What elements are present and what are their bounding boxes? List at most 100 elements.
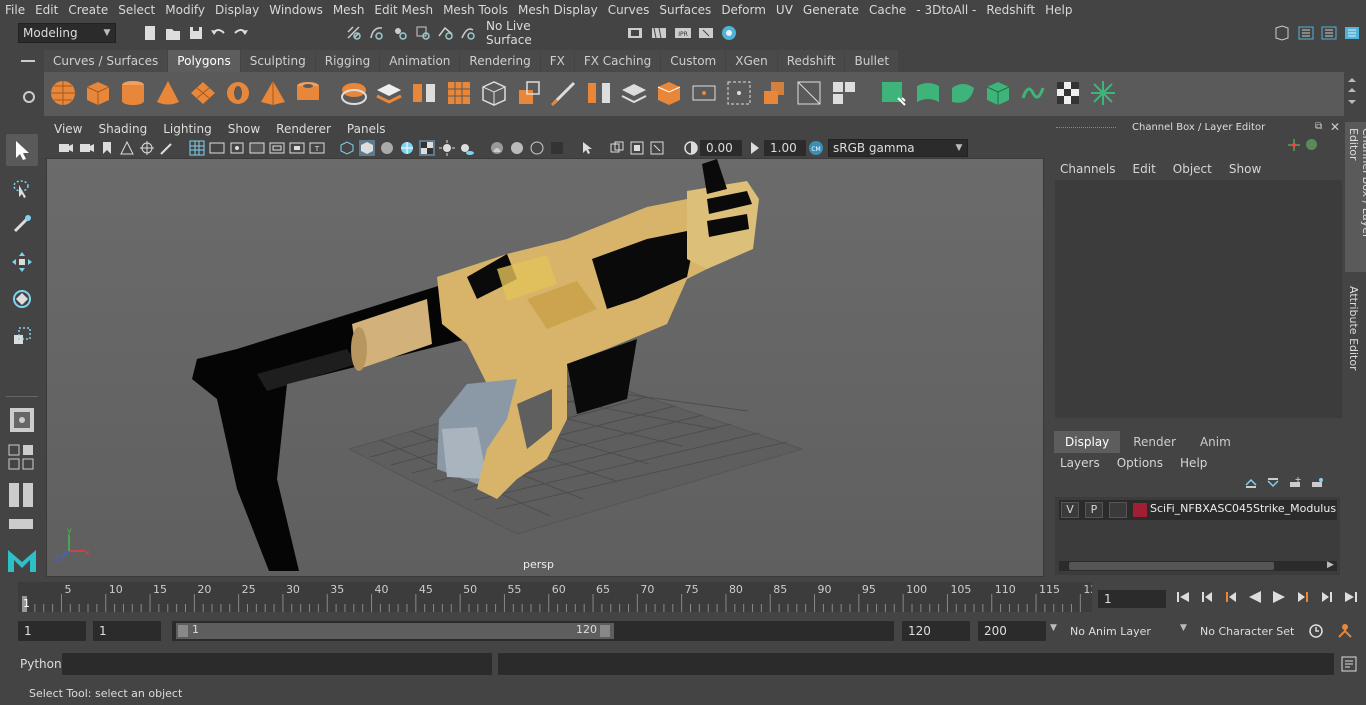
combine-icon[interactable]: [339, 78, 369, 108]
render-sequence-icon[interactable]: [650, 24, 668, 42]
tab-rendering[interactable]: Rendering: [460, 50, 540, 72]
poly-pyramid-icon[interactable]: [258, 78, 288, 108]
smooth-shade-icon[interactable]: [359, 140, 375, 156]
layer-list-scrollbar[interactable]: ▶: [1059, 560, 1337, 571]
planar-mapping-icon[interactable]: [878, 78, 908, 108]
camera-attributes-icon[interactable]: [79, 140, 95, 156]
workspace-icon[interactable]: [1273, 24, 1291, 42]
menu-help[interactable]: Help: [1040, 0, 1077, 20]
toggle-channel-box-icon[interactable]: [1343, 24, 1361, 42]
close-icon[interactable]: ✕: [1330, 120, 1340, 134]
frame-all-icon[interactable]: [629, 140, 645, 156]
float-panel-icon[interactable]: ⧉: [1315, 121, 1322, 132]
menu-cache[interactable]: Cache: [864, 0, 911, 20]
xray-active-icon[interactable]: [609, 140, 625, 156]
scroll-right-icon[interactable]: ▶: [1327, 560, 1334, 570]
textured-icon[interactable]: [419, 140, 435, 156]
step-back-key-icon[interactable]: [1222, 588, 1240, 606]
checker-icon[interactable]: [1053, 78, 1083, 108]
layout-two-pane-icon[interactable]: [8, 482, 36, 510]
snap-point-icon[interactable]: [391, 24, 409, 42]
field-chart-icon[interactable]: [269, 140, 285, 156]
menu-edit-mesh[interactable]: Edit Mesh: [369, 0, 438, 20]
channel-box-menu-show[interactable]: Show: [1229, 162, 1261, 176]
layer-row[interactable]: V P SciFi_NFBXASC045Strike_Modulus: [1059, 500, 1337, 520]
reduce-icon[interactable]: [479, 78, 509, 108]
tab-sculpting[interactable]: Sculpting: [240, 50, 315, 72]
safe-action-icon[interactable]: [289, 140, 305, 156]
layer-playback-toggle[interactable]: P: [1085, 502, 1103, 518]
viewport-menu-show[interactable]: Show: [220, 122, 268, 136]
default-material-icon[interactable]: [379, 140, 395, 156]
tab-bullet[interactable]: Bullet: [845, 50, 899, 72]
menu-generate[interactable]: Generate: [798, 0, 864, 20]
end-time-field[interactable]: 120: [902, 621, 970, 641]
mode-dropdown[interactable]: Modeling ▼: [18, 23, 116, 43]
viewport-menu-shading[interactable]: Shading: [90, 122, 155, 136]
move-layer-down-icon[interactable]: [1266, 477, 1280, 489]
2d-pan-zoom-icon[interactable]: [139, 140, 155, 156]
cylindrical-mapping-icon[interactable]: [913, 78, 943, 108]
poly-torus-icon[interactable]: [223, 78, 253, 108]
step-forward-key-icon[interactable]: [1294, 588, 1312, 606]
snap-view-plane-icon[interactable]: [414, 24, 432, 42]
gate-mask-icon[interactable]: [249, 140, 265, 156]
target-weld-icon[interactable]: [689, 78, 719, 108]
scale-tool[interactable]: [6, 320, 38, 352]
channel-box-list[interactable]: [1055, 180, 1342, 418]
tab-animation[interactable]: Animation: [380, 50, 460, 72]
menu-uv[interactable]: UV: [771, 0, 798, 20]
menu-create[interactable]: Create: [63, 0, 113, 20]
frame-selection-icon[interactable]: [649, 140, 665, 156]
poly-cube-icon[interactable]: [83, 78, 113, 108]
smooth-icon[interactable]: [444, 78, 474, 108]
tab-custom[interactable]: Custom: [661, 50, 726, 72]
select-camera-icon[interactable]: [58, 140, 74, 156]
channel-box-menu-channels[interactable]: Channels: [1060, 162, 1116, 176]
cut-uv-edges-icon[interactable]: [1018, 78, 1048, 108]
layout-single-icon[interactable]: [8, 444, 36, 472]
lasso-tool[interactable]: [6, 172, 38, 204]
command-language-label[interactable]: Python: [20, 657, 62, 671]
color-management-icon[interactable]: CM: [808, 140, 824, 156]
layer-menu-options[interactable]: Options: [1117, 456, 1163, 470]
resolution-gate-icon[interactable]: [229, 140, 245, 156]
menu-surfaces[interactable]: Surfaces: [654, 0, 716, 20]
toggle-attribute-editor-icon[interactable]: [1297, 24, 1315, 42]
shelf-scroll[interactable]: [1346, 76, 1358, 110]
ipr-render-icon[interactable]: IPR: [674, 24, 692, 42]
redo-icon[interactable]: [232, 24, 250, 42]
bridge-icon[interactable]: [584, 78, 614, 108]
scrollbar-thumb[interactable]: [1069, 562, 1274, 570]
wireframe-icon[interactable]: [339, 140, 355, 156]
menu-redshift[interactable]: Redshift: [981, 0, 1040, 20]
step-back-icon[interactable]: [1198, 588, 1216, 606]
xray-joints-icon[interactable]: [509, 140, 525, 156]
gamma-icon[interactable]: [747, 140, 763, 156]
tab-channel-box[interactable]: Channel Box / Layer Editor: [1345, 122, 1366, 272]
exposure-field[interactable]: 0.00: [700, 140, 742, 156]
make-live-icon[interactable]: [459, 24, 477, 42]
layer-visibility-toggle[interactable]: V: [1061, 502, 1079, 518]
snap-surface-icon[interactable]: [437, 24, 455, 42]
render-frame-icon[interactable]: [626, 24, 644, 42]
chevron-down-icon[interactable]: ▼: [1050, 623, 1057, 633]
menu-3dtoall[interactable]: - 3DtoAll -: [911, 0, 981, 20]
viewport-persp[interactable]: x y z persp: [46, 158, 1044, 577]
menu-edit[interactable]: Edit: [30, 0, 63, 20]
exposure-icon[interactable]: [683, 140, 699, 156]
insert-edge-loop-icon[interactable]: [619, 78, 649, 108]
select-tool[interactable]: [6, 134, 38, 166]
move-tool[interactable]: [6, 246, 38, 278]
isolate-select-icon[interactable]: [579, 140, 595, 156]
tab-rigging[interactable]: Rigging: [315, 50, 380, 72]
anim-start-field[interactable]: 1: [93, 621, 161, 641]
menu-mesh[interactable]: Mesh: [328, 0, 370, 20]
tab-anim[interactable]: Anim: [1189, 431, 1242, 453]
menu-select[interactable]: Select: [113, 0, 160, 20]
layer-display-type-toggle[interactable]: [1109, 502, 1127, 518]
automatic-mapping-icon[interactable]: [983, 78, 1013, 108]
auto-key-icon[interactable]: [1307, 622, 1325, 640]
shelf-menu-icon[interactable]: [18, 54, 38, 70]
use-all-lights-icon[interactable]: [439, 140, 455, 156]
